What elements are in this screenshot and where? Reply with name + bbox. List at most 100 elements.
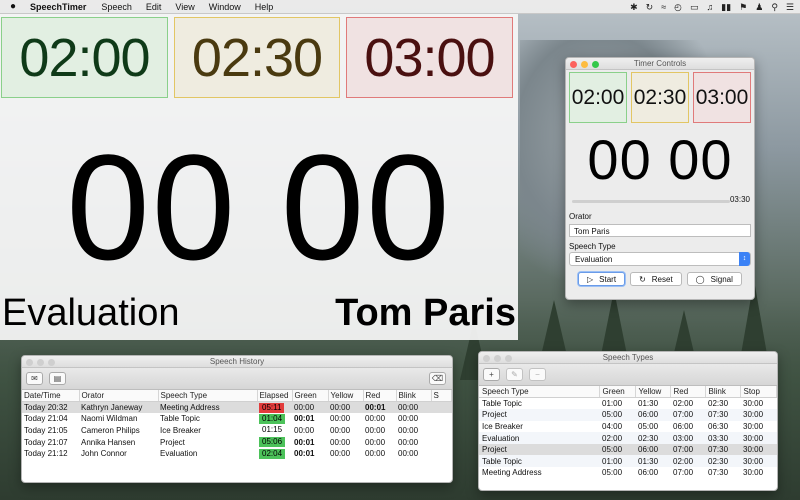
signal-lights: 02:00 02:30 03:00 [0,17,518,101]
add-icon[interactable]: + [483,368,500,381]
pencil-icon[interactable]: ✎ [506,368,523,381]
column-header[interactable]: Speech Type [479,386,600,398]
minimize-window-icon[interactable] [494,355,501,362]
menu-speech[interactable]: Speech [94,2,139,12]
yellow-cell: 00:00 [330,414,351,424]
stop-cell: 30:00 [740,455,777,468]
close-window-icon[interactable] [26,359,33,366]
wifi-icon[interactable]: ≈ [661,2,666,12]
column-header[interactable]: Blink [705,386,741,398]
blink-cell: 00:00 [398,437,419,447]
start-button-label: Start [599,274,617,284]
table-row[interactable]: Meeting Address 05:00 06:00 07:00 07:30 30:00 [479,467,777,479]
elapsed-cell: 05:06 [257,436,292,448]
name-cell: Ice Breaker [482,421,523,431]
zoom-window-icon[interactable] [505,355,512,362]
yellow-cell: 00:00 [330,449,351,459]
table-row[interactable]: Evaluation 02:00 02:30 03:00 03:30 30:00 [479,432,777,444]
yellow-cell: 00:00 [330,437,351,447]
menu-help[interactable]: Help [248,2,281,12]
datetime-cell: Today 21:07 [24,437,68,447]
document-icon[interactable]: ▤ [49,372,66,385]
zoom-window-icon[interactable] [592,61,599,68]
column-header[interactable]: Green [599,386,636,398]
name-cell: Project [479,409,599,421]
column-header[interactable]: Red [363,390,397,402]
table-row[interactable]: Today 20:32 Kathryn Janeway Meeting Addres… [22,401,452,414]
window-title: Timer Controls [633,59,687,68]
title-bar[interactable]: Timer Controls [566,58,754,70]
blink-cell: 06:30 [708,421,729,431]
column-header[interactable]: Green [292,390,329,402]
user-icon[interactable]: ♟ [755,2,763,13]
red-cell: 06:00 [673,421,694,431]
column-header[interactable]: Speech Type [158,390,258,402]
title-bar[interactable]: Speech Types [479,352,777,364]
spotlight-search-icon[interactable]: ⚲ [771,2,778,13]
stop-cell [431,425,452,437]
table-row[interactable]: Today 21:05 Cameron Philips Ice Breaker 01:… [22,425,452,437]
type-cell: Table Topic [160,414,200,424]
minimize-window-icon[interactable] [581,61,588,68]
orator-cell: John Connor [81,449,127,459]
column-header[interactable]: Blink [396,390,432,402]
green-cell: 00:00 [294,425,315,435]
control-buttons: ▷ Start ↻ Reset ◯ Signal [566,266,754,286]
progress-bar[interactable] [572,200,730,203]
column-header[interactable]: Orator [79,390,159,402]
menu-window[interactable]: Window [202,2,248,12]
column-header[interactable]: Yellow [328,390,364,402]
column-header[interactable]: Stop [740,386,777,398]
zoom-window-icon[interactable] [48,359,55,366]
app-menu[interactable]: SpeechTimer [26,2,94,12]
speech-type-select[interactable]: Evaluation ↕ [569,252,751,266]
volume-icon[interactable]: ♫ [707,2,714,12]
notification-center-icon[interactable]: ☰ [786,2,794,13]
table-row[interactable]: Project 05:00 06:00 07:00 07:30 30:00 [479,443,777,456]
orator-field[interactable]: Tom Paris [569,224,751,237]
sync-icon[interactable]: ↻ [646,2,654,13]
title-bar[interactable]: Speech History [22,356,452,368]
close-window-icon[interactable] [570,61,577,68]
red-cell: 00:00 [365,437,386,447]
table-row[interactable]: Today 21:07 Annika Hansen Project 05:06 00:0… [22,436,452,448]
reset-button[interactable]: ↻ Reset [630,272,682,286]
blink-cell: 00:00 [398,425,419,435]
elapsed-cell: 02:04 [257,448,292,460]
battery-icon[interactable]: ▮▮ [721,2,731,13]
speech-type-label: Evaluation [2,292,180,334]
table-row[interactable]: Ice Breaker 04:00 05:00 06:00 06:30 30:00 [479,421,777,433]
column-header[interactable]: Red [670,386,706,398]
close-window-icon[interactable] [483,355,490,362]
menu-view[interactable]: View [168,2,201,12]
time-machine-icon[interactable]: ◴ [674,2,682,13]
column-header[interactable]: Yellow [635,386,671,398]
column-header[interactable]: S [431,390,452,402]
table-row[interactable]: Table Topic 01:00 01:30 02:00 02:30 30:00 [479,398,777,410]
timer-controls-window: Timer Controls 02:00 02:30 03:00 00 00 0… [565,57,755,300]
display-icon[interactable]: ▭ [690,2,699,13]
bluetooth-icon[interactable]: ✱ [630,2,638,13]
types-table: Speech Type Green Yellow Red Blink Stop … [479,386,777,479]
signal-button[interactable]: ◯ Signal [686,272,742,286]
email-icon[interactable]: ✉ [26,372,43,385]
minus-icon[interactable]: − [529,368,546,381]
apple-menu-icon[interactable]: ● [0,1,26,12]
red-cell: 00:00 [365,449,386,459]
table-row[interactable]: Project 05:00 06:00 07:00 07:30 30:00 [479,409,777,421]
reset-button-label: Reset [651,274,673,284]
column-header[interactable]: Date/Time [22,390,80,402]
red-cell: 00:00 [365,414,386,424]
yellow-cell: 00:00 [328,401,363,414]
table-row[interactable]: Today 21:12 John Connor Evaluation 02:04 00:… [22,448,452,460]
table-row[interactable]: Table Topic 01:00 01:30 02:00 02:30 30:00 [479,455,777,468]
trash-icon[interactable]: ⌫ [429,372,446,385]
table-row[interactable]: Today 21:04 Naomi Wildman Table Topic 01:04… [22,413,452,425]
flag-icon[interactable]: ⚑ [739,2,747,13]
menu-edit[interactable]: Edit [139,2,169,12]
column-header[interactable]: Elapsed [257,390,293,402]
green-cell: 01:00 [602,399,623,409]
start-button[interactable]: ▷ Start [578,272,626,286]
minimize-window-icon[interactable] [37,359,44,366]
stop-cell: 30:00 [743,399,764,409]
